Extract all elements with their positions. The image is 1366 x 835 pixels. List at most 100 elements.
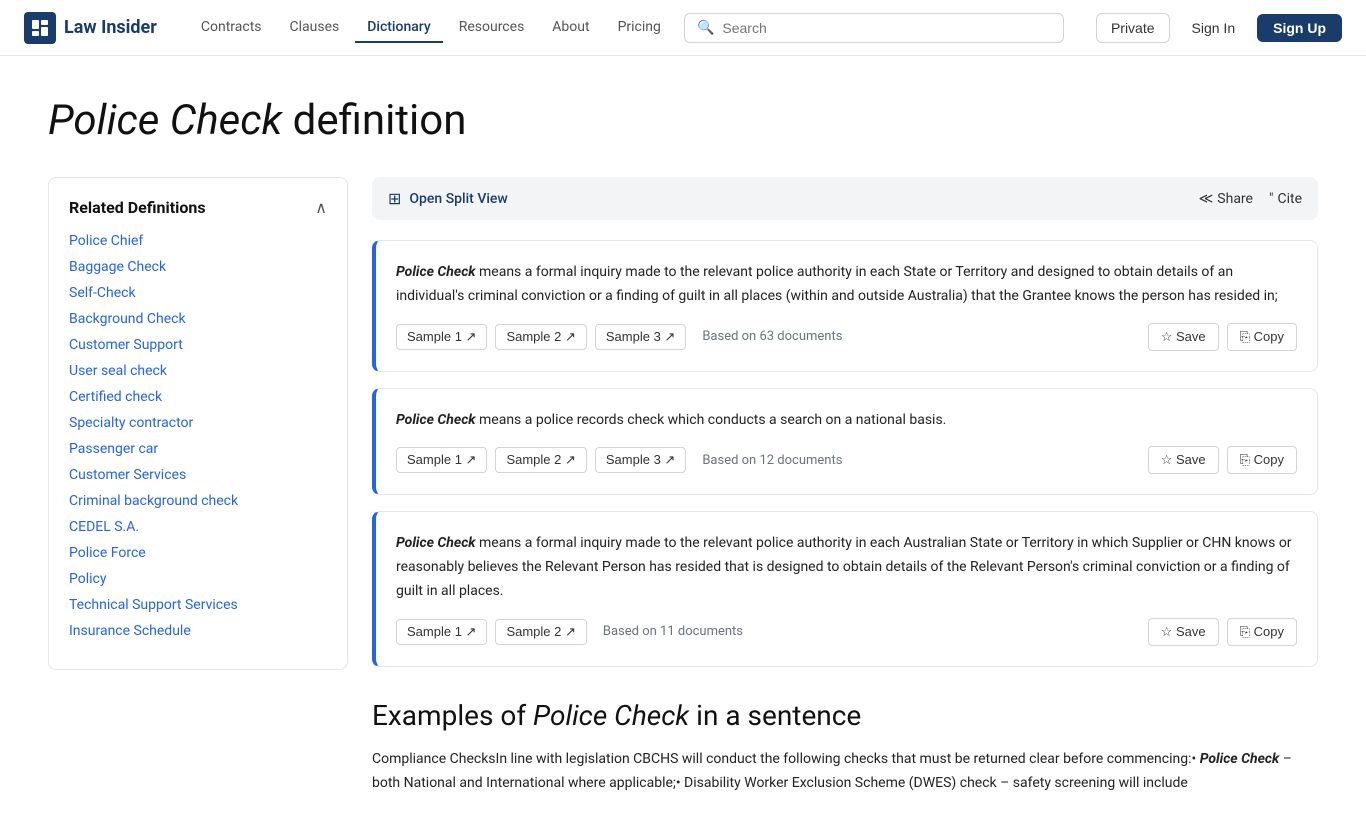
- copy-btn-2[interactable]: ⎘ Copy: [1227, 618, 1297, 646]
- search-bar: 🔍 Private Sign In Sign Up: [684, 13, 1342, 43]
- sidebar-item[interactable]: Police Chief: [69, 233, 327, 249]
- share-icon: ≪: [1199, 191, 1214, 207]
- sidebar-link-15[interactable]: Insurance Schedule: [69, 623, 191, 639]
- sidebar-link-8[interactable]: Passenger car: [69, 441, 158, 457]
- cite-icon: ": [1269, 191, 1273, 207]
- sample-btn-0-1[interactable]: Sample 2 ↗: [495, 324, 586, 350]
- sample-btn-1-1[interactable]: Sample 2 ↗: [495, 447, 586, 473]
- cite-button[interactable]: " Cite: [1269, 191, 1302, 207]
- sidebar-link-10[interactable]: Criminal background check: [69, 493, 238, 509]
- based-on-0: Based on 63 documents: [702, 329, 842, 344]
- definition-card-2: Police Check means a formal inquiry made…: [372, 511, 1318, 666]
- definition-text-2: Police Check means a formal inquiry made…: [396, 532, 1297, 603]
- sidebar-link-12[interactable]: Police Force: [69, 545, 146, 561]
- page-title-italic: Police Check: [48, 96, 282, 145]
- sidebar-item[interactable]: User seal check: [69, 363, 327, 379]
- copy-btn-1[interactable]: ⎘ Copy: [1227, 446, 1297, 474]
- toolbar-right: ≪ Share " Cite: [1199, 191, 1302, 207]
- based-on-1: Based on 12 documents: [702, 453, 842, 468]
- nav-clauses[interactable]: Clauses: [278, 13, 352, 43]
- nav-dictionary[interactable]: Dictionary: [355, 13, 442, 43]
- save-btn-2[interactable]: ☆ Save: [1148, 618, 1219, 646]
- sidebar-collapse-icon[interactable]: ∧: [315, 198, 327, 217]
- sidebar-link-2[interactable]: Self-Check: [69, 285, 136, 301]
- search-input[interactable]: [722, 20, 1051, 36]
- nav-about[interactable]: About: [540, 13, 601, 43]
- definition-footer-1: Sample 1 ↗ Sample 2 ↗ Sample 3 ↗ Based on 1…: [396, 446, 1297, 474]
- sidebar-item[interactable]: Insurance Schedule: [69, 623, 327, 639]
- nav-links: Contracts Clauses Dictionary Resources A…: [189, 13, 673, 43]
- based-on-2: Based on 11 documents: [603, 624, 743, 639]
- sidebar-item[interactable]: Self-Check: [69, 285, 327, 301]
- save-btn-0[interactable]: ☆ Save: [1148, 323, 1219, 351]
- examples-title: Examples of Police Check in a sentence: [372, 699, 1318, 732]
- sidebar-link-3[interactable]: Background Check: [69, 311, 186, 327]
- sidebar-link-0[interactable]: Police Chief: [69, 233, 143, 249]
- sample-btn-2-1[interactable]: Sample 2 ↗: [495, 619, 586, 645]
- sample-btn-1-0[interactable]: Sample 1 ↗: [396, 447, 487, 473]
- nav-pricing[interactable]: Pricing: [606, 13, 673, 43]
- definition-footer-2: Sample 1 ↗ Sample 2 ↗ Based on 11 document…: [396, 618, 1297, 646]
- action-btns-1: ☆ Save ⎘ Copy: [1148, 446, 1297, 474]
- sidebar-item[interactable]: Customer Support: [69, 337, 327, 353]
- logo-area: Law Insider: [24, 12, 157, 44]
- split-view-icon: ⊞: [388, 189, 401, 208]
- search-icon: 🔍: [697, 20, 714, 36]
- sidebar-item[interactable]: Background Check: [69, 311, 327, 327]
- sidebar-item[interactable]: Customer Services: [69, 467, 327, 483]
- examples-title-suffix: in a sentence: [689, 699, 861, 732]
- sidebar-item[interactable]: Passenger car: [69, 441, 327, 457]
- share-label: Share: [1217, 191, 1253, 207]
- signin-button[interactable]: Sign In: [1178, 14, 1250, 42]
- sidebar-item[interactable]: Specialty contractor: [69, 415, 327, 431]
- sidebar-link-7[interactable]: Specialty contractor: [69, 415, 193, 431]
- sidebar-item[interactable]: Criminal background check: [69, 493, 327, 509]
- page-title: Police Check definition: [48, 96, 1318, 145]
- definition-footer-0: Sample 1 ↗ Sample 2 ↗ Sample 3 ↗ Based on 6…: [396, 323, 1297, 351]
- sidebar-link-4[interactable]: Customer Support: [69, 337, 183, 353]
- sample-btn-1-2[interactable]: Sample 3 ↗: [595, 447, 686, 473]
- definition-cards: Police Check means a formal inquiry made…: [372, 240, 1318, 667]
- sidebar-link-6[interactable]: Certified check: [69, 389, 162, 405]
- sidebar-item[interactable]: Certified check: [69, 389, 327, 405]
- action-btns-0: ☆ Save ⎘ Copy: [1148, 323, 1297, 351]
- nav-actions: Private Sign In Sign Up: [1096, 13, 1342, 43]
- sidebar-link-5[interactable]: User seal check: [69, 363, 167, 379]
- open-split-view-label: Open Split View: [409, 191, 507, 207]
- share-button[interactable]: ≪ Share: [1199, 191, 1253, 207]
- sidebar-link-14[interactable]: Technical Support Services: [69, 597, 238, 613]
- page-title-rest: definition: [282, 96, 466, 145]
- examples-title-italic: Police Check: [533, 699, 689, 732]
- nav-contracts[interactable]: Contracts: [189, 13, 274, 43]
- definition-text-1: Police Check means a police records chec…: [396, 409, 1297, 433]
- save-btn-1[interactable]: ☆ Save: [1148, 446, 1219, 474]
- sidebar-item[interactable]: Technical Support Services: [69, 597, 327, 613]
- sidebar-title: Related Definitions: [69, 198, 206, 217]
- examples-title-prefix: Examples of: [372, 699, 533, 732]
- copy-btn-0[interactable]: ⎘ Copy: [1227, 323, 1297, 351]
- sample-btn-0-2[interactable]: Sample 3 ↗: [595, 324, 686, 350]
- content-area: Related Definitions ∧ Police Chief Baggag…: [48, 177, 1318, 795]
- sidebar-link-11[interactable]: CEDEL S.A.: [69, 519, 139, 535]
- toolbar: ⊞ Open Split View ≪ Share " Cite: [372, 177, 1318, 220]
- sidebar-link-13[interactable]: Policy: [69, 571, 107, 587]
- sidebar-header: Related Definitions ∧: [69, 198, 327, 217]
- sidebar-item[interactable]: Policy: [69, 571, 327, 587]
- open-split-view-button[interactable]: ⊞ Open Split View: [388, 189, 508, 208]
- sidebar-item[interactable]: Police Force: [69, 545, 327, 561]
- definitions-panel: ⊞ Open Split View ≪ Share " Cite Police …: [372, 177, 1318, 795]
- nav-resources[interactable]: Resources: [447, 13, 537, 43]
- sidebar-item[interactable]: CEDEL S.A.: [69, 519, 327, 535]
- sample-btn-0-0[interactable]: Sample 1 ↗: [396, 324, 487, 350]
- sidebar: Related Definitions ∧ Police Chief Baggag…: [48, 177, 348, 670]
- definition-card-0: Police Check means a formal inquiry made…: [372, 240, 1318, 372]
- definition-card-1: Police Check means a police records chec…: [372, 388, 1318, 496]
- sidebar-item[interactable]: Baggage Check: [69, 259, 327, 275]
- sidebar-list: Police Chief Baggage Check Self-Check Backg…: [69, 233, 327, 639]
- sample-btn-2-0[interactable]: Sample 1 ↗: [396, 619, 487, 645]
- sidebar-link-9[interactable]: Customer Services: [69, 467, 186, 483]
- sidebar-link-1[interactable]: Baggage Check: [69, 259, 166, 275]
- definition-text-0: Police Check means a formal inquiry made…: [396, 261, 1297, 309]
- private-button[interactable]: Private: [1096, 13, 1170, 43]
- signup-button[interactable]: Sign Up: [1257, 14, 1342, 42]
